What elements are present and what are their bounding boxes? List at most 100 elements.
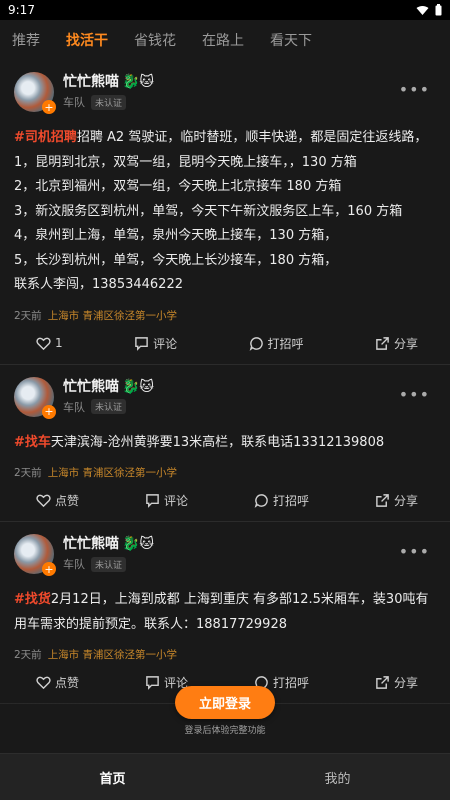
cert-badge: 未认证 (91, 399, 127, 414)
post-actions: 1 评论 打招呼 分享 (14, 323, 436, 364)
post-header: + 忙忙熊喵 🐉🐱 车队 未认证 ••• (14, 376, 436, 419)
share-label: 分享 (393, 494, 418, 508)
post-content[interactable]: #找车天津滨海-沧州黄骅要13米高栏，联系电话13312139808 (14, 431, 436, 456)
login-tip: 登录后体验完整功能 (184, 726, 266, 736)
heart-icon (36, 494, 51, 508)
like-label: 点赞 (55, 494, 80, 508)
heart-icon (36, 337, 51, 350)
status-time: 9:17 (8, 3, 35, 17)
post-header: + 忙忙熊喵 🐉🐱 车队 未认证 ••• (14, 534, 436, 576)
heart-icon (36, 676, 51, 690)
chat-bubble-icon (254, 494, 268, 508)
follow-plus-icon[interactable]: + (42, 100, 56, 114)
post-content[interactable]: #司机招聘招聘 A2 驾驶证，临时替班，顺丰快递，都是固定往返线路， 1，昆明到… (14, 126, 436, 298)
like-count: 1 (55, 336, 63, 350)
post-meta-row: 2天前 上海市 青浦区徐泾第一小学 (14, 647, 436, 662)
post-meta-row: 2天前 上海市 青浦区徐泾第一小学 (14, 308, 436, 323)
wifi-icon (416, 5, 429, 15)
post-feed[interactable]: + 忙忙熊喵 🐉🐱 车队 未认证 ••• #司机招聘招聘 A2 驾驶证，临时替班，… (0, 60, 450, 754)
post-tag[interactable]: #找货 (14, 592, 51, 607)
battery-icon (435, 4, 442, 16)
more-options-icon[interactable]: ••• (399, 80, 430, 99)
post-content[interactable]: #找货2月12日，上海到成都 上海到重庆 有多部12.5米厢车，装30吨有用车需… (14, 588, 436, 637)
author-name-text[interactable]: 忙忙熊喵 (63, 536, 119, 552)
cert-badge: 未认证 (91, 556, 127, 572)
status-bar: 9:17 (0, 0, 450, 20)
share-label: 分享 (393, 336, 418, 351)
tab-recommend[interactable]: 推荐 (12, 30, 40, 50)
post-time: 2天前 (14, 649, 42, 661)
post-tag[interactable]: #找车 (14, 435, 51, 450)
avatar[interactable]: + (14, 376, 56, 419)
like-button[interactable]: 1 (36, 336, 63, 351)
follow-plus-icon[interactable]: + (42, 404, 56, 419)
author-emoji: 🐉🐱 (122, 74, 155, 90)
author-emoji: 🐉🐱 (122, 536, 155, 552)
post-card[interactable]: + 忙忙熊喵 🐉🐱 车队 未认证 ••• #找货2月12日，上海到成都 上海到重庆… (0, 522, 450, 704)
comment-button[interactable]: 评论 (134, 335, 177, 352)
comment-icon (146, 676, 159, 690)
avatar[interactable]: + (14, 72, 56, 114)
post-meta-row: 2天前 上海市 青浦区徐泾第一小学 (14, 465, 436, 480)
post-tag[interactable]: #司机招聘 (14, 130, 77, 145)
author-name[interactable]: 忙忙熊喵 🐉🐱 (63, 72, 154, 92)
share-icon (376, 336, 389, 350)
post-actions: 点赞 评论 打招呼 分享 (14, 480, 436, 521)
post-text: 2月12日，上海到成都 上海到重庆 有多部12.5米厢车，装30吨有用车需求的提… (14, 592, 429, 632)
greet-label: 打招呼 (267, 336, 304, 351)
comment-icon (135, 336, 148, 351)
post-header: + 忙忙熊喵 🐉🐱 车队 未认证 ••• (14, 72, 436, 114)
author-team: 车队 (63, 96, 85, 109)
tab-world[interactable]: 看天下 (270, 30, 312, 50)
author-team: 车队 (63, 558, 85, 571)
like-button[interactable]: 点赞 (36, 492, 79, 509)
author-name[interactable]: 忙忙熊喵 🐉🐱 (63, 377, 154, 397)
share-button[interactable]: 分享 (375, 335, 418, 352)
tab-find-work[interactable]: 找活干 (66, 30, 108, 50)
post-card[interactable]: + 忙忙熊喵 🐉🐱 车队 未认证 ••• #找车天津滨海-沧州黄骅要13米高栏，联… (0, 365, 450, 522)
share-button[interactable]: 分享 (375, 492, 418, 509)
post-card[interactable]: + 忙忙熊喵 🐉🐱 车队 未认证 ••• #司机招聘招聘 A2 驾驶证，临时替班，… (0, 60, 450, 365)
comment-label: 评论 (163, 494, 188, 508)
like-label: 点赞 (55, 676, 80, 690)
greet-button[interactable]: 打招呼 (254, 492, 309, 509)
share-icon (376, 676, 389, 689)
greet-button[interactable]: 打招呼 (249, 335, 304, 352)
share-button[interactable]: 分享 (375, 674, 418, 691)
comment-icon (146, 494, 159, 508)
share-label: 分享 (393, 676, 418, 690)
nav-home[interactable]: 首页 (0, 768, 225, 787)
post-location[interactable]: 上海市 青浦区徐泾第一小学 (48, 647, 177, 662)
post-time: 2天前 (14, 467, 42, 479)
comment-button[interactable]: 评论 (145, 492, 188, 509)
greet-label: 打招呼 (272, 494, 309, 508)
bottom-nav-bar: 首页 我的 (0, 753, 450, 800)
post-text: 天津滨海-沧州黄骅要13米高栏，联系电话13312139808 (50, 434, 385, 450)
top-tab-bar: 推荐 找活干 省钱花 在路上 看天下 (0, 20, 450, 60)
login-button[interactable]: 立即登录 (175, 686, 275, 719)
avatar[interactable]: + (14, 534, 56, 576)
like-button[interactable]: 点赞 (36, 674, 79, 691)
author-name-text[interactable]: 忙忙熊喵 (63, 379, 119, 395)
author-name[interactable]: 忙忙熊喵 🐉🐱 (63, 534, 154, 554)
post-time: 2天前 (14, 309, 42, 322)
post-text: 招聘 A2 驾驶证，临时替班，顺丰快递，都是固定往返线路， 1，昆明到北京，双驾… (14, 130, 428, 292)
post-location[interactable]: 上海市 青浦区徐泾第一小学 (48, 308, 177, 323)
comment-label: 评论 (153, 336, 178, 351)
more-options-icon[interactable]: ••• (399, 542, 430, 561)
login-prompt: 立即登录 登录后体验完整功能 (0, 686, 450, 754)
greet-label: 打招呼 (272, 676, 309, 690)
status-icons (416, 4, 442, 16)
author-team: 车队 (63, 400, 85, 414)
tab-on-road[interactable]: 在路上 (202, 30, 244, 50)
author-emoji: 🐉🐱 (122, 378, 155, 395)
share-icon (376, 494, 389, 507)
follow-plus-icon[interactable]: + (42, 562, 56, 576)
nav-mine[interactable]: 我的 (225, 768, 450, 787)
chat-bubble-icon (249, 336, 263, 351)
more-options-icon[interactable]: ••• (399, 385, 430, 404)
tab-save-money[interactable]: 省钱花 (134, 30, 176, 50)
cert-badge: 未认证 (91, 94, 127, 110)
author-name-text[interactable]: 忙忙熊喵 (63, 74, 119, 90)
post-location[interactable]: 上海市 青浦区徐泾第一小学 (48, 465, 177, 480)
